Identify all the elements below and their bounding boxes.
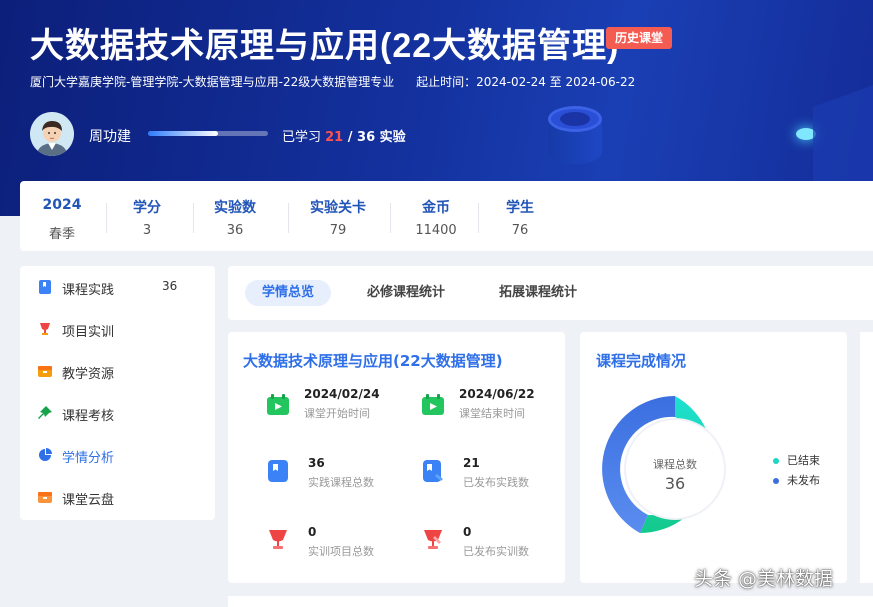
course-info-card: 大数据技术原理与应用(22大数据管理) 2024/02/24 课堂开始时间 20… <box>228 332 565 583</box>
tab-bar: 学情总览 必修课程统计 拓展课程统计 <box>228 266 873 320</box>
stat-key: 学生 <box>506 200 534 216</box>
progress-fill <box>148 131 218 136</box>
stat-value: 11400 <box>415 223 457 238</box>
stat-value: 36 <box>226 223 244 238</box>
stat-value: 79 <box>329 223 347 238</box>
stat-value: 3 <box>142 223 152 238</box>
stat-levels: 实验关卡 79 <box>302 181 374 251</box>
tab-overview[interactable]: 学情总览 <box>245 280 331 306</box>
stat-value: 76 <box>511 223 529 238</box>
doc-icon <box>268 460 288 482</box>
stat-key: 实验数 <box>214 200 256 216</box>
decorative-cylinder-icon <box>548 106 602 164</box>
sidebar-item-learning-analysis[interactable]: 学情分析 <box>20 440 215 470</box>
pin-icon <box>38 406 52 419</box>
sidebar-item-practice[interactable]: 课程实践 36 <box>20 272 215 302</box>
sidebar-item-count: 36 <box>162 279 178 293</box>
course-subline: 厦门大学嘉庚学院-管理学院-大数据管理与应用-22级大数据管理专业 起止时间：2… <box>30 73 635 90</box>
course-info-title: 大数据技术原理与应用(22大数据管理) <box>243 352 503 370</box>
time-label: 起止时间： <box>416 75 477 89</box>
completion-title: 课程完成情况 <box>596 352 687 370</box>
calendar-icon <box>267 394 289 415</box>
training-total-label: 实训项目总数 <box>308 545 374 558</box>
sidebar-item-label: 课堂云盘 <box>62 493 115 508</box>
learning-progress-bar <box>148 131 268 136</box>
learned-count: 21 <box>325 130 344 145</box>
sidebar-item-label: 教学资源 <box>62 367 115 382</box>
sidebar: 课程实践 36 项目实训 教学资源 课程考核 学情分析 课堂云盘 <box>20 266 215 520</box>
training-published-value: 0 <box>463 525 472 539</box>
sidebar-item-cloud-disk[interactable]: 课堂云盘 <box>20 482 215 512</box>
legend-label: 未发布 <box>787 474 820 487</box>
learned-prefix: 已学习 <box>282 130 326 145</box>
sidebar-item-label: 项目实训 <box>62 325 115 340</box>
legend-unpublished: 未发布 <box>773 472 820 488</box>
course-stats-bar: 2024 春季 学分 3 实验数 36 实验关卡 79 金币 11400 学生 … <box>20 181 873 251</box>
tab-required-stats[interactable]: 必修课程统计 <box>356 280 456 306</box>
practice-total-value: 36 <box>308 456 325 470</box>
user-name: 周功建 <box>89 129 131 145</box>
sidebar-item-label: 课程考核 <box>62 409 115 424</box>
start-date-label: 课堂开始时间 <box>304 407 370 420</box>
legend-dot <box>773 478 779 484</box>
learned-status: 已学习 21 / 36 实验 <box>282 126 406 145</box>
training-total-value: 0 <box>308 525 317 539</box>
stat-value: 春季 <box>48 227 75 242</box>
stat-coins: 金币 11400 <box>408 181 464 251</box>
sidebar-item-label: 学情分析 <box>62 451 115 466</box>
stat-key: 实验关卡 <box>310 200 366 216</box>
sidebar-item-label: 课程实践 <box>62 283 115 298</box>
practice-published-label: 已发布实践数 <box>463 476 529 489</box>
time-range: 2024-02-24 至 2024-06-22 <box>476 75 636 89</box>
sidebar-item-project-training[interactable]: 项目实训 <box>20 314 215 344</box>
stat-key: 金币 <box>422 200 450 216</box>
pie-icon <box>39 448 52 461</box>
avatar[interactable] <box>30 112 74 156</box>
stat-students: 学生 76 <box>492 181 548 251</box>
training-published-label: 已发布实训数 <box>463 545 529 558</box>
stat-year: 2024 春季 <box>34 181 90 251</box>
trophy-upload-icon <box>424 530 442 549</box>
history-class-badge[interactable]: 历史课堂 <box>606 27 673 49</box>
trophy-icon <box>269 530 287 549</box>
book-icon <box>39 280 51 294</box>
stat-experiments: 实验数 36 <box>206 181 264 251</box>
donut-center-label: 课程总数 <box>653 458 697 471</box>
stat-key: 学分 <box>133 200 161 216</box>
stat-key: 2024 <box>42 197 82 213</box>
legend-label: 已结束 <box>787 454 820 467</box>
box-icon <box>38 366 52 377</box>
bottom-card-edge <box>228 596 873 607</box>
sidebar-item-assessment[interactable]: 课程考核 <box>20 398 215 428</box>
partial-card <box>860 332 873 583</box>
course-title: 大数据技术原理与应用(22大数据管理) <box>30 27 620 65</box>
doc-upload-icon <box>423 460 443 482</box>
stat-credit: 学分 3 <box>120 181 174 251</box>
watermark: 头条 @美林数据 <box>694 568 834 590</box>
tab-extended-stats[interactable]: 拓展课程统计 <box>488 280 588 306</box>
calendar-icon <box>422 394 444 415</box>
legend-dot <box>773 458 779 464</box>
learned-total: / 36 实验 <box>343 130 406 145</box>
cloud-box-icon <box>38 492 52 503</box>
trophy-icon <box>40 323 50 335</box>
end-date-value: 2024/06/22 <box>459 387 535 401</box>
org-path: 厦门大学嘉庚学院-管理学院-大数据管理与应用-22级大数据管理专业 <box>30 75 395 89</box>
legend-ended: 已结束 <box>773 452 820 468</box>
course-completion-card: 课程完成情况 课程总数 36 已结束 未发布 <box>580 332 847 583</box>
start-date-value: 2024/02/24 <box>304 387 380 401</box>
sidebar-item-teaching-resources[interactable]: 教学资源 <box>20 356 215 386</box>
end-date-label: 课堂结束时间 <box>459 407 525 420</box>
donut-center-value: 36 <box>664 474 686 493</box>
practice-total-label: 实践课程总数 <box>308 476 374 489</box>
practice-published-value: 21 <box>463 456 480 470</box>
